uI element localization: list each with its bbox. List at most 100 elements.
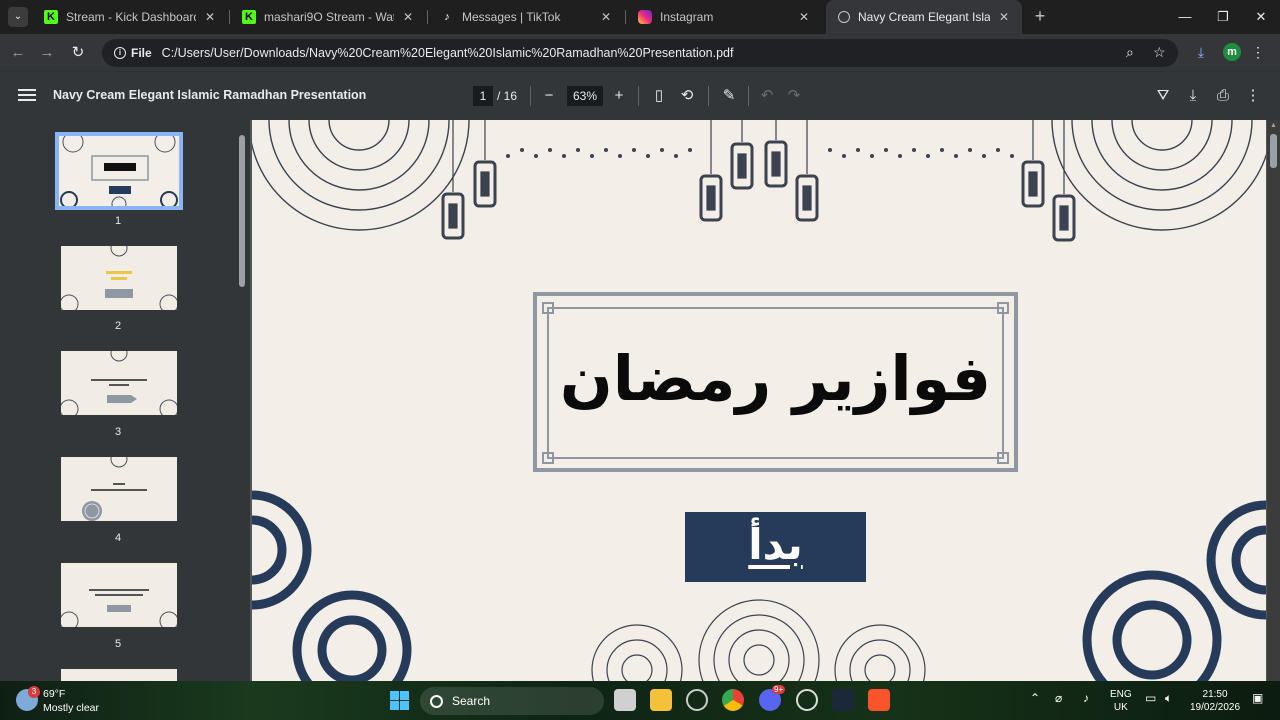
weather-badge: 3 [28, 686, 40, 698]
thumbnail-page-4[interactable] [61, 457, 177, 521]
new-tab-button[interactable]: + [1030, 7, 1050, 27]
viewer-scroll-track [1267, 120, 1280, 681]
steam-icon[interactable] [832, 689, 854, 711]
instagram-icon [638, 10, 652, 24]
tab-close-icon[interactable]: ✕ [796, 10, 812, 24]
downloads-icon[interactable]: ⤓ [1190, 41, 1212, 63]
thumbnail-page-5[interactable] [61, 563, 177, 627]
flower-bottom-right-icon [1082, 500, 1266, 681]
download-icon[interactable]: ⤓ [1182, 85, 1204, 107]
info-icon: i [114, 47, 126, 59]
bookmark-star-icon[interactable]: ☆ [1153, 44, 1166, 61]
maximize-button[interactable]: ❐ [1204, 0, 1242, 34]
tab-close-icon[interactable]: ✕ [202, 10, 218, 24]
tab-title: Navy Cream Elegant Islamic Ra [858, 10, 990, 24]
taskbar-search[interactable]: Search [420, 687, 604, 715]
lanterns-icon [441, 120, 1076, 242]
profile-avatar[interactable]: m [1223, 43, 1241, 61]
kick-icon: K [242, 10, 256, 24]
tab-title: Instagram [660, 10, 714, 24]
back-icon[interactable]: ← [7, 42, 29, 64]
thumbnail-1-preview [59, 136, 179, 206]
keyboard-layout: UK [1113, 702, 1128, 713]
chrome-icon[interactable] [722, 689, 744, 711]
pdf-viewer[interactable]: فوازير رمضان بدأ [250, 120, 1267, 681]
volume-icon[interactable]: 🔈︎ [1165, 691, 1172, 706]
minimize-button[interactable]: — [1166, 0, 1204, 34]
tab-close-icon[interactable]: ✕ [996, 10, 1012, 24]
tab-close-icon[interactable]: ✕ [400, 10, 416, 24]
notifications-icon[interactable]: ▣ [1252, 691, 1263, 705]
forward-icon[interactable]: → [36, 42, 58, 64]
toolbar-divider [530, 86, 531, 106]
search-icon [430, 694, 443, 708]
tab-close-icon[interactable]: ✕ [598, 10, 614, 24]
mandala-top-right-icon [1051, 120, 1266, 231]
mandala-bottom-center-icon [591, 599, 926, 681]
save-to-drive-icon[interactable]: ⛛ [1152, 85, 1174, 107]
tab-tiktok[interactable]: ♪ Messages | TikTok ✕ [428, 0, 624, 34]
tab-pdf-presentation[interactable]: Navy Cream Elegant Islamic Ra ✕ [826, 0, 1022, 34]
discord-badge: 9+ [772, 685, 786, 694]
page-number-input[interactable]: 1 [473, 86, 493, 106]
brave-icon[interactable] [868, 689, 890, 711]
tab-strip: ⌄ K Stream - Kick Dashboard ✕ K mashari9… [0, 0, 1280, 34]
more-options-icon[interactable]: ⋮ [1242, 85, 1264, 107]
thumbnail-page-2[interactable] [61, 246, 177, 310]
fit-page-icon[interactable]: ▯ [648, 85, 670, 107]
pdf-page-1: فوازير رمضان بدأ [252, 120, 1266, 681]
windows-start-icon[interactable] [390, 691, 409, 710]
pdf-title: Navy Cream Elegant Islamic Ramadhan Pres… [53, 88, 367, 102]
taskbar-clock[interactable]: 21:50 19/02/2026 [1190, 688, 1240, 714]
weather-description[interactable]: Mostly clear [43, 702, 99, 714]
tab-kick-stream[interactable]: K mashari9O Stream - Watch Live ✕ [230, 0, 426, 34]
zoom-in-button[interactable]: + [608, 85, 630, 107]
print-icon[interactable]: ⎙ [1212, 85, 1234, 107]
tab-search-button[interactable]: ⌄ [8, 7, 28, 27]
toolbar-divider [638, 86, 639, 106]
obs-icon[interactable] [796, 689, 818, 711]
annotate-pen-icon[interactable]: ✎ [718, 85, 740, 107]
thumbnail-4-preview [61, 457, 177, 521]
kick-icon: K [44, 10, 58, 24]
weather-temperature[interactable]: 69°F [43, 688, 65, 700]
thumbnail-page-1[interactable] [55, 132, 183, 210]
zoom-search-icon[interactable]: ⌕ [1126, 44, 1134, 61]
globe-icon [838, 11, 850, 23]
redo-icon[interactable]: ↷ [783, 85, 805, 107]
tray-chevron-icon[interactable]: ⌃ [1030, 691, 1040, 705]
network-off-icon[interactable]: ⌀ [1055, 691, 1062, 705]
undo-icon[interactable]: ↶ [756, 85, 778, 107]
browser-toolbar: ← → ↻ i File C:/Users/User/Downloads/Nav… [0, 34, 1280, 72]
task-view-icon[interactable] [614, 689, 636, 711]
tab-instagram[interactable]: Instagram ✕ [626, 0, 822, 34]
sidebar-scrollbar[interactable] [239, 135, 245, 287]
tab-title: Messages | TikTok [462, 10, 561, 24]
sidebar-menu-icon[interactable] [18, 86, 36, 104]
browser-menu-icon[interactable]: ⋮ [1247, 41, 1269, 63]
zoom-input[interactable]: 63% [567, 86, 603, 106]
site-info-chip[interactable]: i File [108, 43, 158, 63]
start-button[interactable]: بدأ [685, 512, 866, 582]
mandala-top-left-icon [252, 120, 470, 231]
thumbnail-label: 2 [114, 320, 122, 332]
microphone-icon[interactable]: ♪ [1083, 691, 1089, 705]
tab-kick-dashboard[interactable]: K Stream - Kick Dashboard ✕ [32, 0, 228, 34]
display-icon[interactable]: ▭ [1145, 691, 1156, 705]
toolbar-divider [748, 86, 749, 106]
language-indicator[interactable]: ENG UK [1110, 688, 1132, 714]
viewer-scrollbar[interactable] [1270, 134, 1277, 168]
scroll-up-arrow-icon[interactable]: ▲ [1270, 122, 1277, 129]
thumbnail-page-3[interactable] [61, 351, 177, 415]
url-text[interactable]: C:/Users/User/Downloads/Navy%20Cream%20E… [162, 46, 734, 60]
thumbnail-label: 4 [114, 532, 122, 544]
app-icon[interactable] [686, 689, 708, 711]
rotate-icon[interactable]: ⟲ [676, 85, 698, 107]
taskbar: 3 69°F Mostly clear Search 9+ ⌃ ⌀ ♪ ENG … [0, 681, 1280, 720]
reload-icon[interactable]: ↻ [67, 42, 89, 64]
zoom-out-button[interactable]: − [538, 85, 560, 107]
thumbnail-page-6[interactable] [61, 669, 177, 681]
address-bar[interactable]: i File C:/Users/User/Downloads/Navy%20Cr… [102, 39, 1178, 67]
file-explorer-icon[interactable] [650, 689, 672, 711]
close-window-button[interactable]: ✕ [1242, 0, 1280, 34]
